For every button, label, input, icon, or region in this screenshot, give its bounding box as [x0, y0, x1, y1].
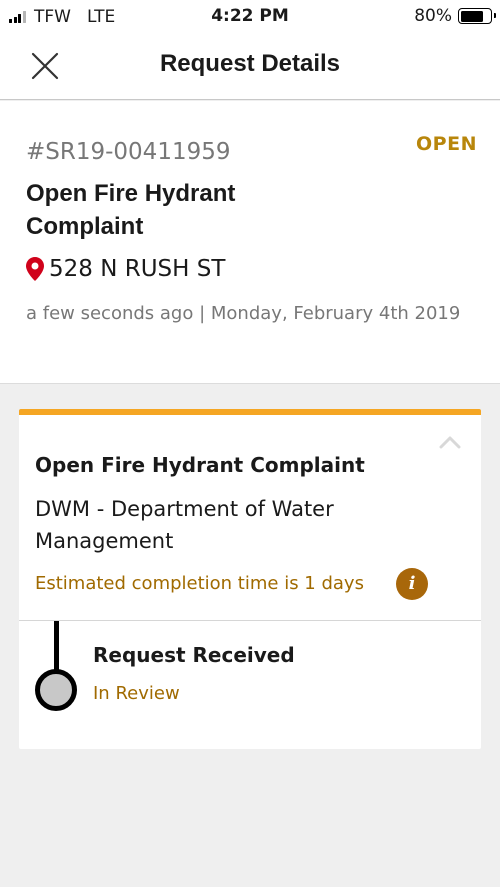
status-bar: TFW LTE 4:22 PM 80% [0, 0, 500, 34]
timeline-node-icon [35, 669, 77, 711]
request-address: 528 N RUSH ST [26, 256, 225, 282]
estimated-completion: Estimated completion time is 1 days [35, 573, 364, 594]
timeline-step-title: Request Received [93, 643, 295, 667]
page-title: Request Details [159, 50, 341, 77]
battery-icon [458, 8, 496, 24]
request-time: a few seconds ago | Monday, February 4th… [26, 303, 461, 324]
status-badge: OPEN [416, 133, 477, 155]
info-icon[interactable]: i [396, 568, 428, 600]
status-right: 80% [414, 6, 496, 26]
battery-percent: 80% [414, 6, 452, 26]
address-text: 528 N RUSH ST [49, 256, 226, 282]
card-divider [19, 620, 481, 621]
department-name: DWM - Department of Water Management [35, 497, 334, 553]
card-title: Open Fire Hydrant Complaint [35, 453, 365, 477]
chevron-up-icon[interactable] [439, 435, 461, 449]
timeline-line [54, 621, 59, 675]
request-detail-card: Open Fire Hydrant Complaint DWM - Depart… [19, 409, 481, 749]
request-title: Open Fire Hydrant Complaint [26, 180, 236, 240]
request-summary: #SR19-00411959 OPEN Open Fire Hydrant Co… [0, 101, 500, 384]
timeline-step-status: In Review [93, 683, 180, 704]
location-pin-icon [26, 257, 44, 281]
nav-bar: Request Details [0, 34, 500, 100]
request-id: #SR19-00411959 [26, 139, 231, 165]
